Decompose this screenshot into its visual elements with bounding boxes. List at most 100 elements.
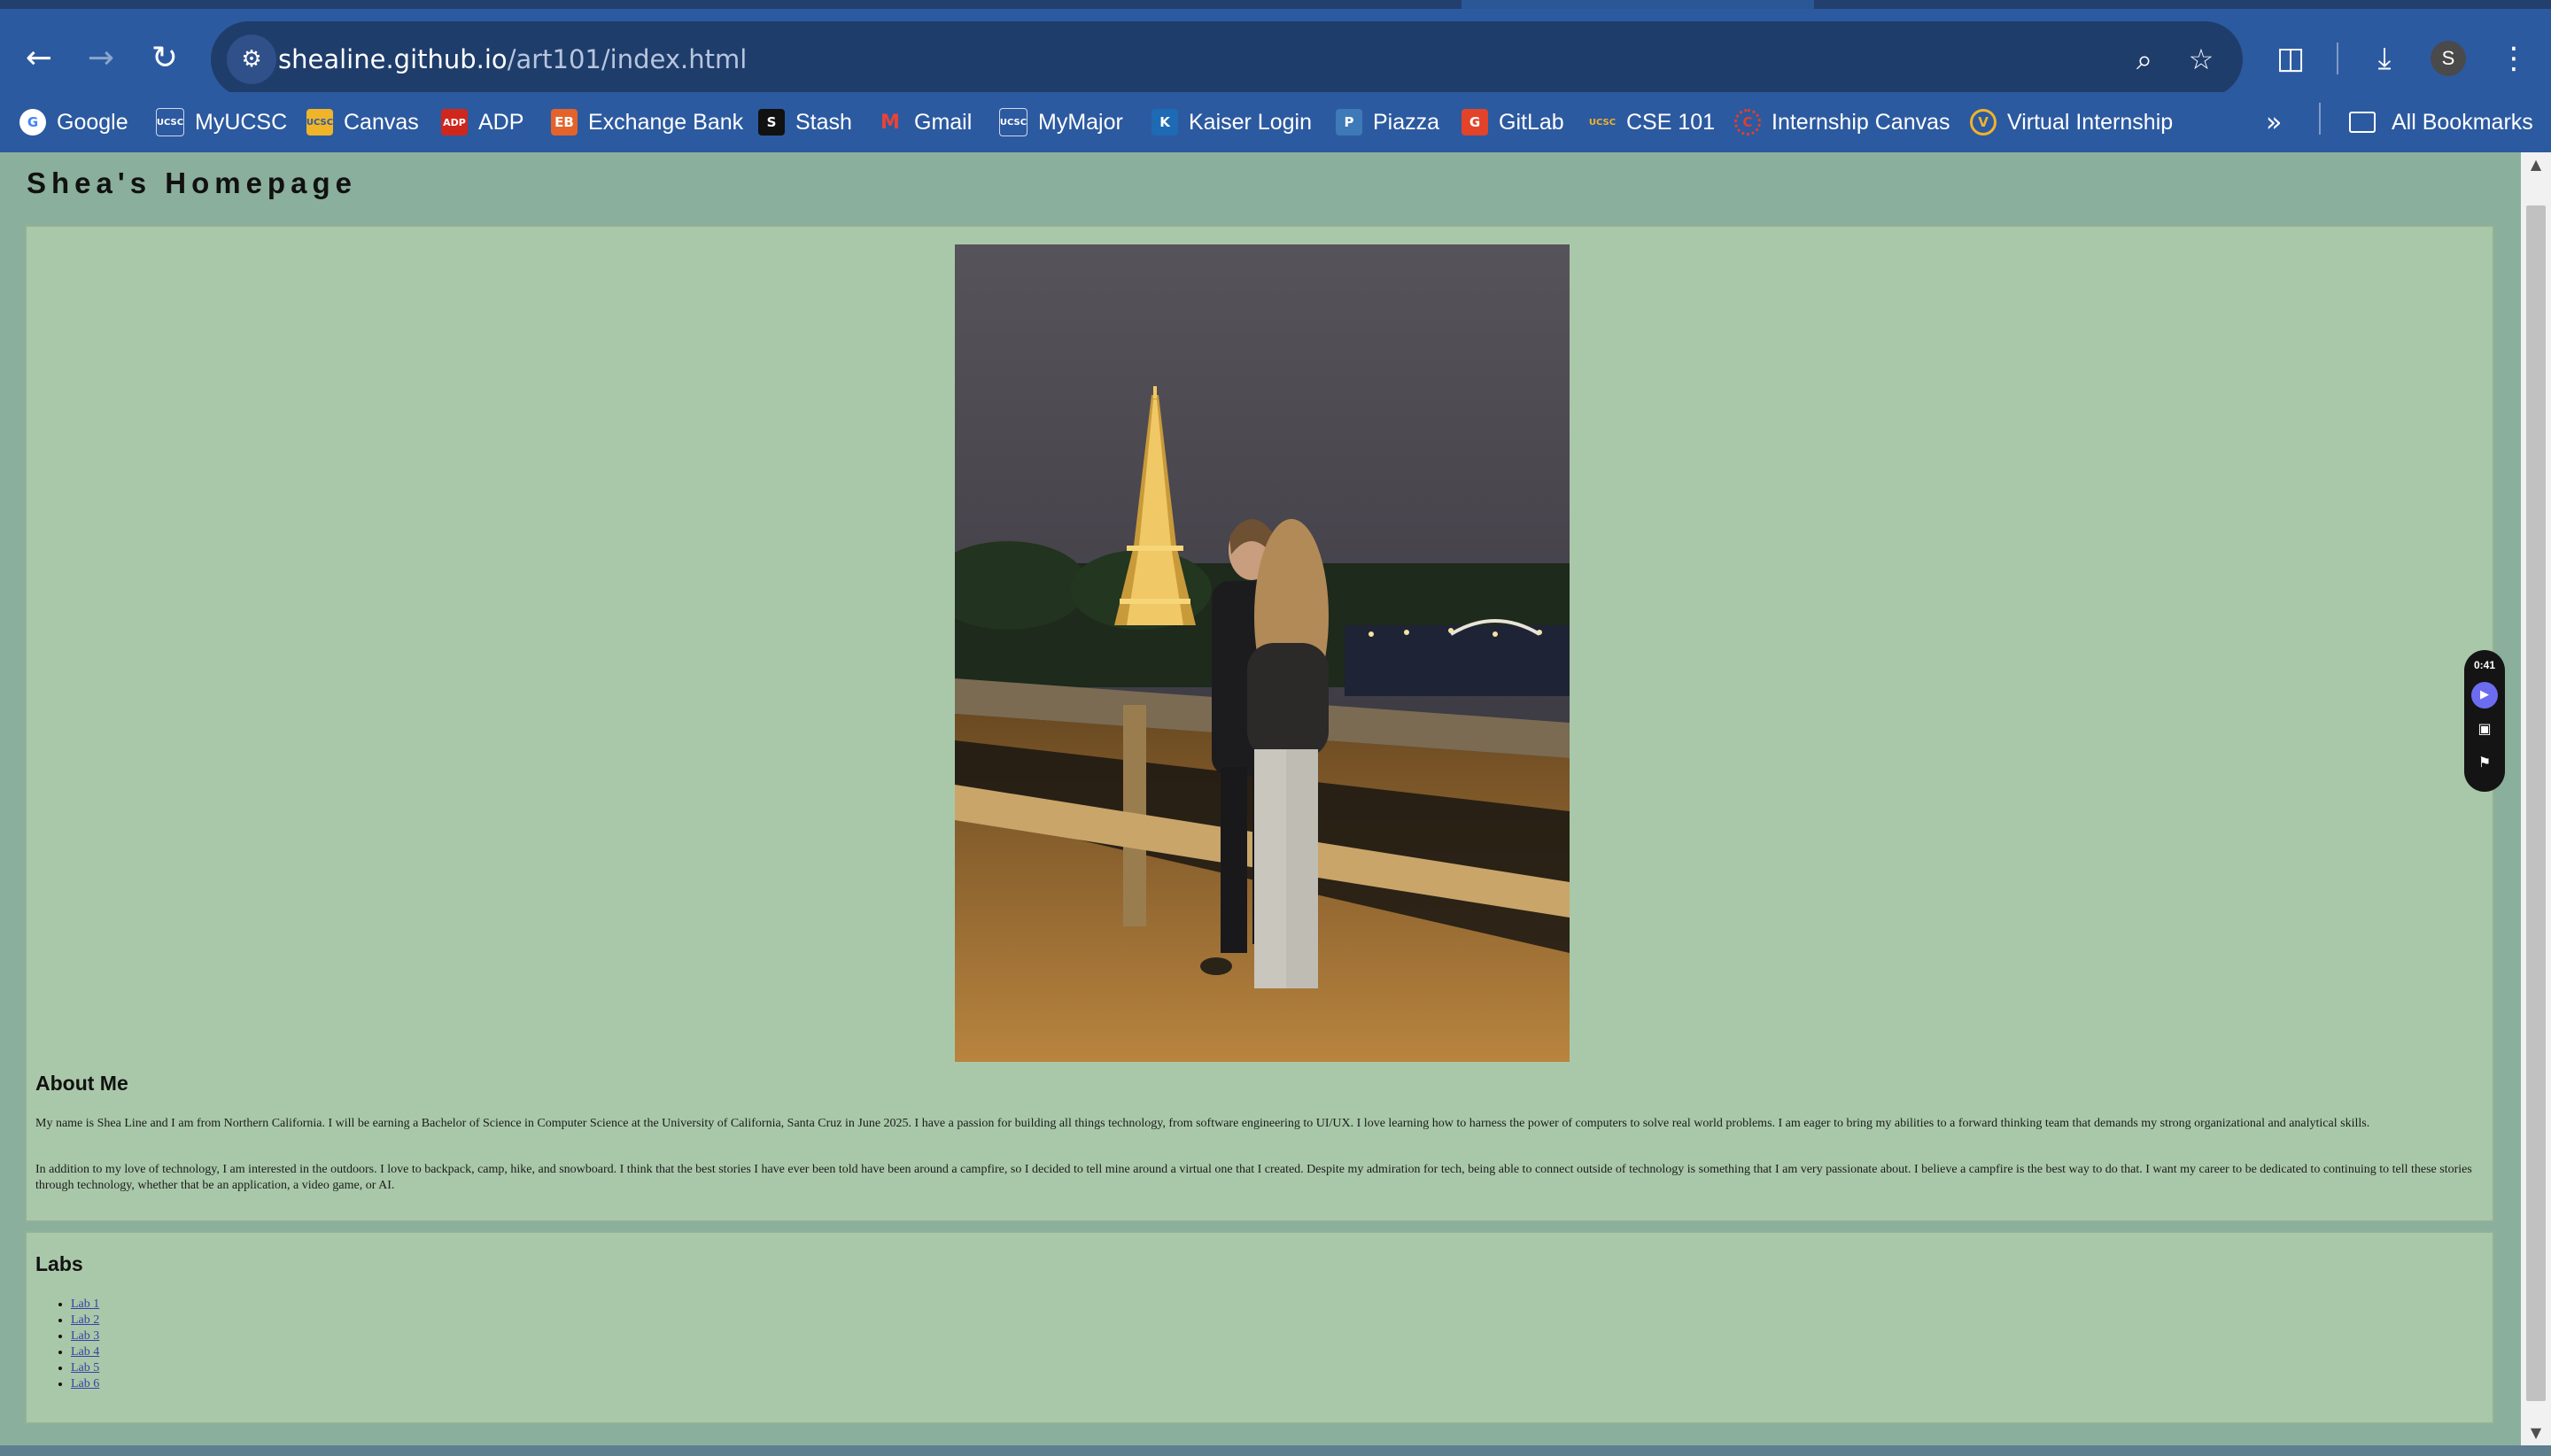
- about-paragraph-1: My name is Shea Line and I am from North…: [35, 1117, 2370, 1130]
- all-bookmarks-button[interactable]: All Bookmarks: [2349, 101, 2533, 143]
- bookmarks-bar: G Google UCSC MyUCSC UCSC Canvas ADP ADP…: [0, 92, 2551, 152]
- browser-toolbar: ← → ↻ ⚙ shealine.github.io/art101/index.…: [0, 9, 2551, 97]
- recording-timer: 0:41: [2473, 659, 2496, 671]
- bookmark-gmail[interactable]: M Gmail: [877, 101, 972, 143]
- arrow-right-icon: →: [87, 40, 115, 76]
- bookmark-virtual-internship[interactable]: V Virtual Internship: [1970, 101, 2173, 143]
- scroll-up-arrow[interactable]: ▲: [2521, 152, 2551, 177]
- url-path: /art101/index.html: [507, 44, 748, 74]
- bookmarks-overflow-button[interactable]: »: [2266, 101, 2282, 143]
- stash-icon: S: [758, 109, 785, 136]
- bookmark-label: Virtual Internship: [2007, 109, 2174, 135]
- folder-icon: [2349, 112, 2376, 133]
- tab-strip: [0, 0, 2551, 9]
- lab-5-link[interactable]: Lab 5: [71, 1361, 99, 1375]
- tune-icon: ⚙: [241, 46, 262, 73]
- toolbar-divider: [2337, 43, 2338, 74]
- ucsc-gold-icon: UCSC: [1588, 117, 1617, 128]
- bookmark-label: Exchange Bank: [588, 109, 744, 135]
- recording-flag-button[interactable]: ⚑: [2471, 749, 2498, 776]
- canvas-icon: C: [1734, 109, 1761, 136]
- zoom-button[interactable]: ⌕: [2122, 37, 2167, 81]
- lab-1-link[interactable]: Lab 1: [71, 1297, 99, 1311]
- page-scrollbar[interactable]: ▲ ▼: [2521, 152, 2551, 1445]
- reload-button[interactable]: ↻: [138, 32, 191, 85]
- bookmark-label: Canvas: [344, 109, 419, 135]
- triangle-up-icon: ▲: [2530, 156, 2542, 173]
- address-bar[interactable]: ⚙ shealine.github.io/art101/index.html ⌕…: [211, 21, 2243, 97]
- downloads-button[interactable]: ⤓: [2358, 32, 2411, 85]
- bookmark-internship-canvas[interactable]: C Internship Canvas: [1734, 101, 1950, 143]
- bookmark-cse-101[interactable]: UCSC CSE 101: [1589, 101, 1715, 143]
- gmail-icon: M: [880, 111, 900, 134]
- bookmark-canvas[interactable]: UCSC Canvas: [306, 101, 419, 143]
- profile-avatar[interactable]: S: [2431, 41, 2466, 76]
- star-icon: ☆: [2188, 43, 2214, 76]
- bookmarks-divider: [2319, 103, 2321, 135]
- lab-3-link[interactable]: Lab 3: [71, 1329, 99, 1343]
- triangle-down-icon: ▼: [2530, 1424, 2542, 1441]
- play-icon: ▶: [2480, 688, 2489, 701]
- labs-list: Lab 1 Lab 2 Lab 3 Lab 4 Lab 5 Lab 6: [53, 1297, 99, 1392]
- puzzle-icon: ◫: [2276, 41, 2306, 76]
- scroll-thumb[interactable]: [2526, 205, 2546, 1401]
- bookmark-exchange-bank[interactable]: EB Exchange Bank: [551, 101, 743, 143]
- forward-button[interactable]: →: [74, 32, 128, 85]
- list-item: Lab 6: [71, 1376, 99, 1392]
- bookmark-gitlab[interactable]: G GitLab: [1462, 101, 1564, 143]
- list-item: Lab 4: [71, 1344, 99, 1360]
- tab-edge[interactable]: [1814, 0, 2551, 9]
- lab-6-link[interactable]: Lab 6: [71, 1377, 99, 1390]
- window-bottom-edge: [0, 1445, 2551, 1456]
- bookmark-kaiser-login[interactable]: K Kaiser Login: [1151, 101, 1312, 143]
- site-info-button[interactable]: ⚙: [227, 35, 276, 84]
- page-title: Shea's Homepage: [27, 167, 357, 199]
- url-host: shealine.github.io: [278, 44, 508, 74]
- recording-widget: 0:41 ▶ ▣ ⚑: [2464, 650, 2505, 792]
- bookmark-label: Gmail: [914, 109, 973, 135]
- flag-icon: ⚑: [2477, 754, 2492, 771]
- tab-active-edge[interactable]: [0, 0, 1462, 9]
- virtual-internship-icon: V: [1970, 109, 1997, 136]
- bookmark-google[interactable]: G Google: [19, 101, 128, 143]
- list-item: Lab 3: [71, 1328, 99, 1344]
- about-paragraph-2: In addition to my love of technology, I …: [35, 1163, 2472, 1192]
- exchange-bank-icon: EB: [551, 109, 578, 136]
- bookmark-piazza[interactable]: P Piazza: [1336, 101, 1439, 143]
- url-text[interactable]: shealine.github.io/art101/index.html: [278, 41, 747, 78]
- extensions-button[interactable]: ◫: [2264, 32, 2317, 85]
- profile-photo: [955, 244, 1570, 1062]
- all-bookmarks-label: All Bookmarks: [2392, 109, 2533, 135]
- bookmark-star-button[interactable]: ☆: [2179, 37, 2223, 81]
- ucsc-icon: UCSC: [156, 108, 184, 136]
- bookmark-myucsc[interactable]: UCSC MyUCSC: [156, 101, 287, 143]
- bookmark-stash[interactable]: S Stash: [758, 101, 852, 143]
- chevron-double-right-icon: »: [2266, 106, 2283, 138]
- list-item: Lab 1: [71, 1297, 99, 1313]
- bookmark-label: MyMajor: [1038, 109, 1123, 135]
- scroll-down-arrow[interactable]: ▼: [2521, 1421, 2551, 1445]
- list-item: Lab 5: [71, 1360, 99, 1376]
- piazza-icon: P: [1336, 109, 1362, 136]
- back-button[interactable]: ←: [12, 32, 66, 85]
- bookmark-label: Internship Canvas: [1772, 109, 1950, 135]
- eiffel-tower-photo: [955, 244, 1570, 1062]
- google-icon: G: [19, 109, 46, 136]
- lab-4-link[interactable]: Lab 4: [71, 1345, 99, 1359]
- lab-2-link[interactable]: Lab 2: [71, 1313, 99, 1327]
- adp-icon: ADP: [441, 109, 468, 136]
- bookmark-adp[interactable]: ADP ADP: [441, 101, 523, 143]
- bookmark-mymajor[interactable]: UCSC MyMajor: [999, 101, 1123, 143]
- menu-button[interactable]: ⋮: [2487, 32, 2540, 85]
- bookmark-label: GitLab: [1499, 109, 1564, 135]
- kaiser-icon: K: [1151, 109, 1178, 136]
- page-viewport: Shea's Homepage About Me My name is Shea…: [0, 152, 2551, 1445]
- recording-capture-button[interactable]: ▣: [2471, 716, 2498, 742]
- bookmark-label: Kaiser Login: [1189, 109, 1312, 135]
- bookmark-label: Google: [57, 109, 128, 135]
- recording-play-button[interactable]: ▶: [2471, 682, 2498, 709]
- about-panel: About Me My name is Shea Line and I am f…: [25, 225, 2494, 1222]
- bookmark-label: ADP: [478, 109, 524, 135]
- reload-icon: ↻: [151, 40, 179, 76]
- bookmark-label: Piazza: [1373, 109, 1440, 135]
